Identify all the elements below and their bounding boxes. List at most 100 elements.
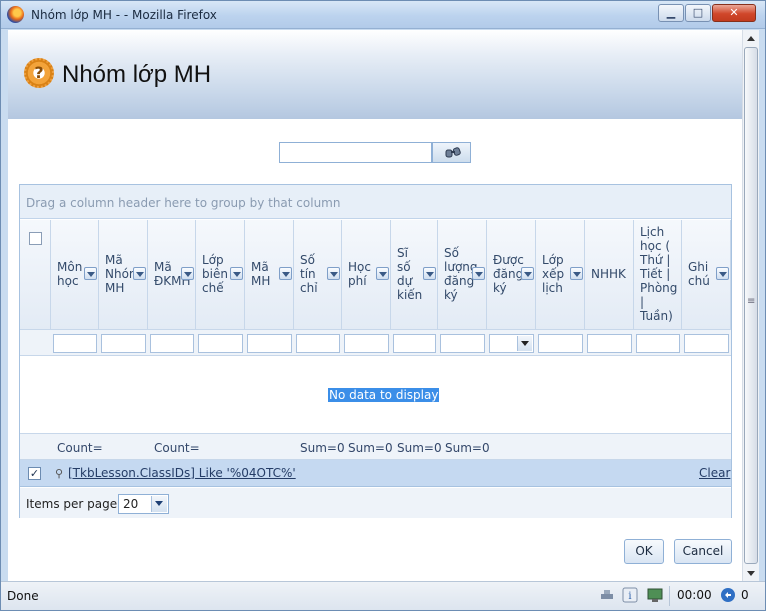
- clear-filter-link[interactable]: Clear: [699, 466, 730, 480]
- column-menu-chevron-icon[interactable]: [133, 267, 146, 280]
- column-header-lop-bien-che[interactable]: Lớp biên chế: [196, 220, 245, 329]
- column-menu-chevron-icon[interactable]: [570, 267, 583, 280]
- column-header-hoc-phi[interactable]: Học phí: [342, 220, 391, 329]
- column-header-label: Sĩ: [397, 246, 408, 260]
- column-menu-chevron-icon[interactable]: [84, 267, 97, 280]
- dialog-content: ? Nhóm lớp MH Drag a column header here …: [8, 30, 742, 581]
- filter-input-ma-nhom-mh[interactable]: [101, 334, 146, 353]
- footer-sum-so-luong: Sum=0: [445, 441, 490, 455]
- column-menu-chevron-icon[interactable]: [279, 267, 292, 280]
- filter-input-lop-bien-che[interactable]: [198, 334, 243, 353]
- column-header-ma-mh[interactable]: Mã MH: [245, 220, 294, 329]
- chevron-down-icon[interactable]: [517, 336, 532, 351]
- page-header: ? Nhóm lớp MH: [8, 30, 742, 119]
- column-menu-chevron-icon[interactable]: [376, 267, 389, 280]
- info-icon[interactable]: i: [622, 587, 638, 603]
- column-header-so-tin-chi[interactable]: Số tín chỉ: [294, 220, 342, 329]
- filter-enabled-checkbox[interactable]: ✓: [28, 467, 41, 480]
- column-menu-chevron-icon[interactable]: [327, 267, 340, 280]
- column-header-mon-hoc[interactable]: Môn học: [51, 220, 99, 329]
- column-header-ma-nhom-mh[interactable]: Mã Nhóm MH: [99, 220, 148, 329]
- ok-button[interactable]: OK: [624, 539, 664, 564]
- column-header-label: Số: [444, 246, 459, 260]
- scroll-up-icon[interactable]: [743, 30, 759, 46]
- data-grid: Drag a column header here to group by th…: [19, 184, 732, 518]
- filter-row: [20, 329, 731, 356]
- help-gear-icon: ?: [24, 58, 54, 88]
- scroll-thumb[interactable]: [744, 47, 758, 564]
- filter-select-duoc-dang-ky[interactable]: [489, 334, 534, 353]
- column-header-label: học (: [640, 239, 671, 253]
- filter-input-mon-hoc[interactable]: [53, 334, 97, 353]
- status-bar: Done i 00:00 0: [1, 581, 765, 610]
- column-header-si-so-du-kien[interactable]: Sĩ số dự kiến: [391, 220, 438, 329]
- filter-input-ma-dkmh[interactable]: [150, 334, 194, 353]
- select-all-column: [20, 220, 51, 329]
- column-header-lich-hoc[interactable]: Lịch học (Thứ | Tiết | Phòng | Tuần): [634, 220, 682, 329]
- filter-input-nhhk[interactable]: [587, 334, 632, 353]
- column-header-so-luong-dang-ky[interactable]: Số lượng đăng ký: [438, 220, 487, 329]
- column-header-label: đăng: [444, 274, 475, 288]
- filter-input-ma-mh[interactable]: [247, 334, 292, 353]
- filter-expression-bar: ✓ ⚲ [TkbLesson.ClassIDs] Like '%04OTC%' …: [20, 460, 731, 487]
- column-header-label: Tiết |: [640, 267, 671, 281]
- cancel-button[interactable]: Cancel: [674, 539, 732, 564]
- column-header-label: ký: [444, 288, 458, 302]
- column-menu-chevron-icon[interactable]: [472, 267, 485, 280]
- column-header-label: Môn: [57, 260, 83, 274]
- search-button[interactable]: [432, 142, 471, 163]
- column-menu-chevron-icon[interactable]: [181, 267, 194, 280]
- maximize-button[interactable]: □: [685, 4, 711, 22]
- select-all-checkbox[interactable]: [29, 232, 42, 245]
- group-by-panel[interactable]: Drag a column header here to group by th…: [20, 185, 731, 219]
- browser-window: Nhóm lớp MH - - Mozilla Firefox ▁ □ ✕ ? …: [0, 0, 766, 611]
- column-header-label: tín: [300, 267, 316, 281]
- chevron-down-icon[interactable]: [151, 496, 167, 512]
- items-per-page-label: Items per page:: [26, 497, 122, 511]
- column-menu-chevron-icon[interactable]: [521, 267, 534, 280]
- close-button[interactable]: ✕: [712, 4, 756, 22]
- column-header-label: Mã: [105, 253, 123, 267]
- column-header-label: lịch: [542, 281, 563, 295]
- column-menu-chevron-icon[interactable]: [423, 267, 436, 280]
- filter-expression-link[interactable]: [TkbLesson.ClassIDs] Like '%04OTC%': [68, 466, 296, 480]
- filter-input-si-so-du-kien[interactable]: [393, 334, 436, 353]
- column-menu-chevron-icon[interactable]: [230, 267, 243, 280]
- status-text: Done: [7, 589, 39, 603]
- footer-count-ma-dkmh: Count=: [154, 441, 200, 455]
- filter-input-so-tin-chi[interactable]: [296, 334, 340, 353]
- column-header-duoc-dang-ky[interactable]: Được đăng ký: [487, 220, 536, 329]
- search-input[interactable]: [279, 142, 432, 163]
- filter-input-so-luong-dang-ky[interactable]: [440, 334, 485, 353]
- addon-icon[interactable]: [599, 587, 615, 603]
- timer-text: 00:00: [677, 588, 712, 602]
- status-separator: [669, 586, 670, 606]
- sync-icon[interactable]: [720, 587, 736, 603]
- scroll-down-icon[interactable]: [743, 565, 759, 581]
- column-header-ma-dkmh[interactable]: Mã ĐKMH: [148, 220, 196, 329]
- column-header-label: MH: [105, 281, 125, 295]
- filter-input-ghi-chu[interactable]: [684, 334, 729, 353]
- column-header-label: Được: [493, 253, 524, 267]
- footer-sum-so-tin-chi: Sum=0: [300, 441, 345, 455]
- column-header-label: dự: [397, 274, 413, 288]
- items-per-page-select[interactable]: 20: [118, 494, 169, 514]
- pager: Items per page: 20: [20, 488, 731, 518]
- grid-body: No data to display: [20, 357, 731, 433]
- minimize-button[interactable]: ▁: [658, 4, 684, 22]
- filter-input-hoc-phi[interactable]: [344, 334, 389, 353]
- column-header-nhhk[interactable]: NHHK: [585, 220, 634, 329]
- column-header-ghi-chu[interactable]: Ghi chú: [682, 220, 731, 329]
- filter-pin-icon: ⚲: [55, 467, 64, 480]
- screen-icon[interactable]: [647, 587, 663, 603]
- column-header-label: MH: [251, 274, 271, 288]
- column-menu-chevron-icon[interactable]: [716, 267, 729, 280]
- vertical-scrollbar[interactable]: [742, 30, 759, 581]
- filter-input-lop-xep-lich[interactable]: [538, 334, 583, 353]
- filter-input-lich-hoc[interactable]: [636, 334, 680, 353]
- column-header-lop-xep-lich[interactable]: Lớp xếp lịch: [536, 220, 585, 329]
- footer-sum-si-so: Sum=0: [397, 441, 442, 455]
- window-title: Nhóm lớp MH - - Mozilla Firefox: [31, 8, 217, 22]
- footer-sum-hoc-phi: Sum=0: [348, 441, 393, 455]
- column-header-label: ký: [493, 281, 507, 295]
